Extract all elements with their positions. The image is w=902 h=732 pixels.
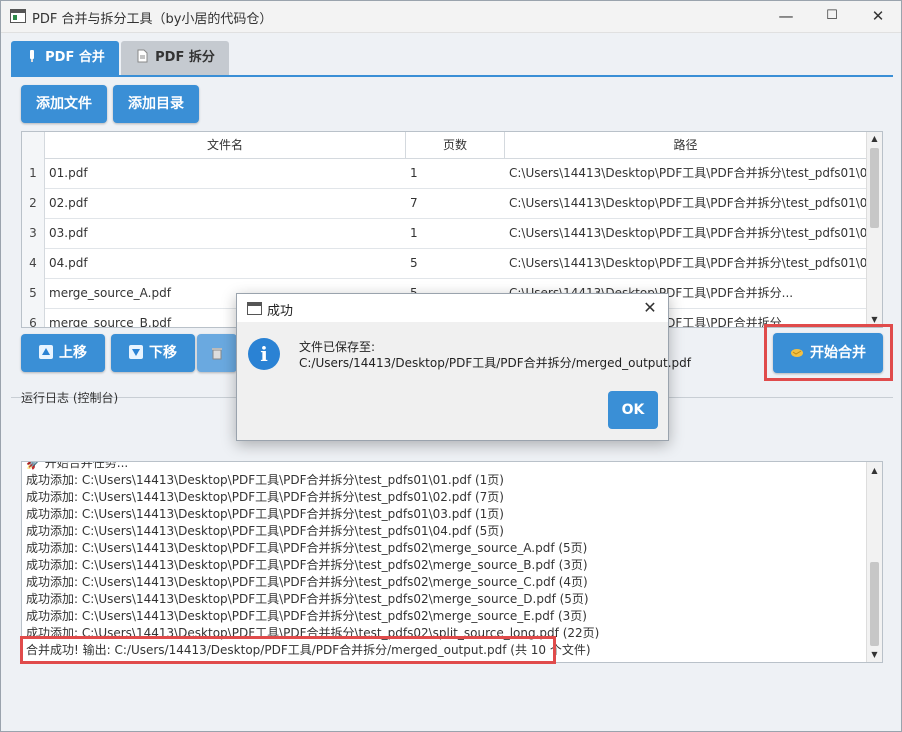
tab-pdf-merge[interactable]: PDF 合并 [11,41,119,75]
move-up-button[interactable]: 上移 [21,334,105,372]
document-icon [137,49,148,63]
cell-pages: 1 [410,166,418,180]
log-line: 成功添加: C:\Users\14413\Desktop\PDF工具\PDF合并… [26,490,504,504]
row-index: 1 [22,158,45,188]
maximize-button[interactable]: ☐ [809,1,855,32]
cell-pages: 1 [410,226,418,240]
window-title: PDF 合并与拆分工具（by小居的代码仓） [32,12,273,27]
move-down-button[interactable]: 下移 [111,334,195,372]
tab-label: PDF 合并 [45,50,105,65]
log-console[interactable]: 🚀 开始合并任务... 成功添加: C:\Users\14413\Desktop… [21,461,883,663]
log-line: 成功添加: C:\Users\14413\Desktop\PDF工具\PDF合并… [26,524,504,538]
cell-path: C:\Users\14413\Desktop\PDF工具\PDF合并拆分\tes… [509,166,869,180]
cell-filename: 04.pdf [49,256,88,270]
highlight-box-result [20,636,556,664]
scroll-up-arrow[interactable]: ▲ [867,132,882,146]
move-down-label: 下移 [149,345,177,361]
dialog-title: 成功 [267,304,294,319]
log-line: 成功添加: C:\Users\14413\Desktop\PDF工具\PDF合并… [26,541,588,555]
start-merge-button[interactable]: 开始合并 [773,333,883,373]
log-line: 成功添加: C:\Users\14413\Desktop\PDF工具\PDF合并… [26,592,589,606]
title-bar: PDF 合并与拆分工具（by小居的代码仓） — ☐ ✕ [1,1,901,33]
dialog-close-button[interactable]: ✕ [638,296,662,320]
move-up-label: 上移 [59,345,87,361]
table-row[interactable]: 1 01.pdf 1 C:\Users\14413\Desktop\PDF工具\PDF… [22,158,869,189]
success-dialog: 成功 ✕ i 文件已保存至: C:/Users/14413/Desktop/PD… [236,293,691,441]
row-index: 6 [22,308,45,327]
minimize-button[interactable]: — [763,1,809,32]
log-line: 成功添加: C:\Users\14413\Desktop\PDF工具\PDF合并… [26,473,504,487]
log-scrollbar[interactable]: ▲ ▼ [866,462,882,662]
scrollbar-thumb[interactable] [870,562,879,646]
tab-underline [11,75,893,77]
scroll-up-arrow[interactable]: ▲ [867,464,882,478]
scroll-down-arrow[interactable]: ▼ [867,648,882,662]
trash-icon [212,348,222,360]
cell-pages: 5 [410,256,418,270]
log-label: 运行日志 (控制台) [21,391,119,405]
row-index: 5 [22,278,45,308]
row-index: 2 [22,188,45,218]
dialog-message-label: 文件已保存至: [299,340,376,354]
cell-path: C:\Users\14413\Desktop\PDF工具\PDF合并拆分\tes… [509,256,869,270]
delete-button[interactable] [197,334,237,372]
column-header-path[interactable]: 路径 [505,132,866,158]
cell-path: C:\Users\14413\Desktop\PDF工具\PDF合并拆分\tes… [509,226,869,240]
dialog-message-path: C:/Users/14413/Desktop/PDF工具/PDF合并拆分/mer… [299,356,691,370]
main-window: PDF 合并与拆分工具（by小居的代码仓） — ☐ ✕ PDF 合并 PDF 拆… [0,0,902,732]
row-index: 4 [22,248,45,278]
column-header-pages[interactable]: 页数 [406,132,505,158]
dialog-title-bar: 成功 ✕ [237,294,668,322]
cell-filename: 02.pdf [49,196,88,210]
table-header: 文件名 页数 路径 [22,132,866,159]
log-line-partial: 🚀 开始合并任务... [26,461,129,470]
arrow-down-icon [129,345,143,359]
table-scrollbar[interactable]: ▲ ▼ [866,132,882,327]
dialog-app-icon [247,302,262,315]
tab-label: PDF 拆分 [155,50,215,65]
table-row[interactable]: 2 02.pdf 7 C:\Users\14413\Desktop\PDF工具\PDF… [22,188,869,219]
add-files-button[interactable]: 添加文件 [21,85,107,123]
scrollbar-thumb[interactable] [870,148,879,228]
add-directory-button[interactable]: 添加目录 [113,85,199,123]
cell-filename: 03.pdf [49,226,88,240]
cell-pages: 7 [410,196,418,210]
info-icon: i [248,338,280,370]
log-line: 成功添加: C:\Users\14413\Desktop\PDF工具\PDF合并… [26,575,588,589]
row-index: 3 [22,218,45,248]
log-line: 成功添加: C:\Users\14413\Desktop\PDF工具\PDF合并… [26,609,587,623]
cell-path: C:\Users\14413\Desktop\PDF工具\PDF合并拆分\tes… [509,196,869,210]
arrow-up-icon [39,345,53,359]
log-line: 成功添加: C:\Users\14413\Desktop\PDF工具\PDF合并… [26,558,588,572]
start-merge-label: 开始合并 [810,345,866,361]
column-header-filename[interactable]: 文件名 [45,132,406,158]
table-row[interactable]: 3 03.pdf 1 C:\Users\14413\Desktop\PDF工具\PDF… [22,218,869,249]
app-icon [10,9,26,23]
merge-icon [30,50,35,62]
log-line: 成功添加: C:\Users\14413\Desktop\PDF工具\PDF合并… [26,507,504,521]
ok-button[interactable]: OK [608,391,658,429]
close-button[interactable]: ✕ [855,1,901,32]
tab-pdf-split[interactable]: PDF 拆分 [121,41,229,75]
header-corner [22,132,45,158]
handshake-icon [791,349,803,357]
cell-filename: 01.pdf [49,166,88,180]
table-row[interactable]: 4 04.pdf 5 C:\Users\14413\Desktop\PDF工具\PDF… [22,248,869,279]
